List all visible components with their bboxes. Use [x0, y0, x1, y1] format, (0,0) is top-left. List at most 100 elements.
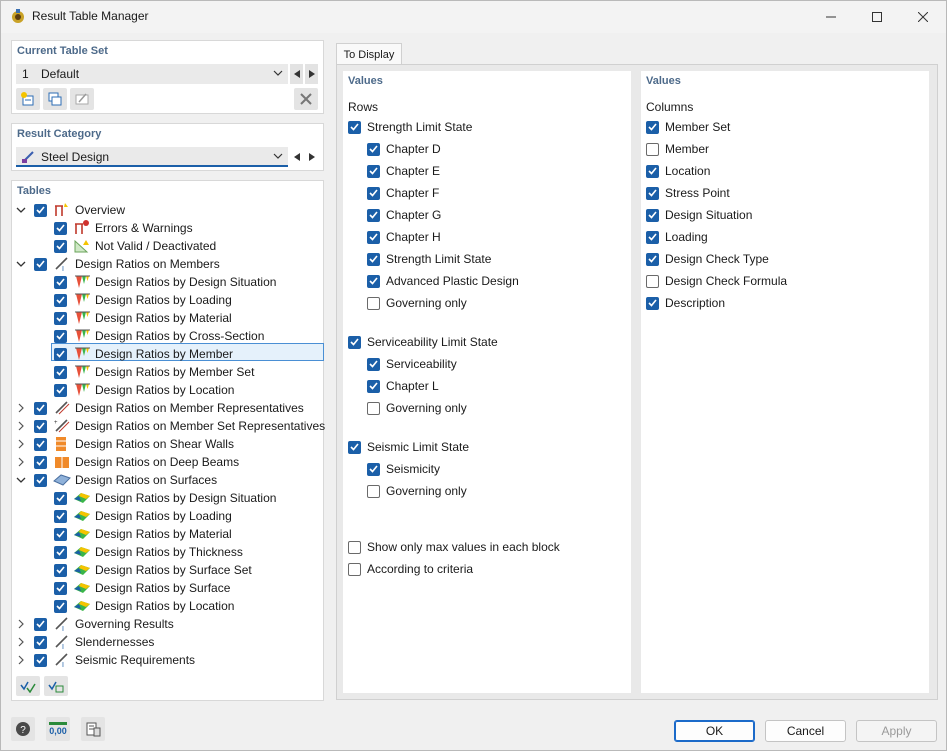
tree-item-checkbox[interactable]: [54, 599, 67, 613]
option-serviceability-child-checkbox[interactable]: [367, 357, 380, 371]
option-serviceability-child-checkbox[interactable]: [367, 401, 380, 415]
option-strength-child[interactable]: Advanced Plastic Design: [367, 273, 519, 289]
tree-item[interactable]: Design Ratios by Cross-Section: [54, 327, 264, 345]
tree-item-checkbox[interactable]: [34, 473, 47, 487]
column-option-checkbox[interactable]: [646, 296, 659, 310]
tree-item-checkbox[interactable]: [54, 527, 67, 541]
tree-item[interactable]: Not Valid / Deactivated: [54, 237, 216, 255]
tree-item-checkbox[interactable]: [54, 239, 67, 253]
tree-item-checkbox[interactable]: [54, 275, 67, 289]
close-button[interactable]: [900, 1, 946, 33]
tree-item-checkbox[interactable]: [34, 455, 47, 469]
help-button[interactable]: ?: [11, 717, 35, 741]
column-option-checkbox[interactable]: [646, 208, 659, 222]
tree-item[interactable]: Design Ratios on Surfaces: [34, 471, 217, 489]
option-seismic-child[interactable]: Seismicity: [367, 461, 440, 477]
column-option-checkbox[interactable]: [646, 186, 659, 200]
delete-table-set-button[interactable]: [294, 88, 318, 110]
option-strength-child[interactable]: Chapter D: [367, 141, 441, 157]
tree-item[interactable]: Design Ratios by Member Set: [54, 363, 254, 381]
rename-table-set-button[interactable]: [70, 88, 94, 110]
collapse-chevron-icon[interactable]: [15, 204, 27, 216]
option-strength-limit-state[interactable]: Strength Limit State: [348, 119, 472, 135]
column-option[interactable]: Member Set: [646, 119, 730, 135]
option-strength-child[interactable]: Governing only: [367, 295, 467, 311]
tree-item[interactable]: Design Ratios on Member Representatives: [34, 399, 304, 417]
tree-item[interactable]: Design Ratios by Member: [54, 345, 233, 363]
tree-item-checkbox[interactable]: [54, 545, 67, 559]
tree-item-checkbox[interactable]: [54, 383, 67, 397]
tree-item[interactable]: I Governing Results: [34, 615, 174, 633]
tree-item-checkbox[interactable]: [54, 581, 67, 595]
expand-chevron-icon[interactable]: [15, 456, 27, 468]
option-strength-child-checkbox[interactable]: [367, 164, 380, 178]
column-option[interactable]: Member: [646, 141, 709, 157]
option-strength-child-checkbox[interactable]: [367, 186, 380, 200]
tree-item-checkbox[interactable]: [34, 617, 47, 631]
column-option[interactable]: Location: [646, 163, 710, 179]
tree-item-checkbox[interactable]: [54, 365, 67, 379]
tree-item[interactable]: Design Ratios by Surface: [54, 579, 230, 597]
expand-chevron-icon[interactable]: [15, 420, 27, 432]
check-all-button[interactable]: [16, 676, 40, 696]
option-strength-child-checkbox[interactable]: [367, 142, 380, 156]
table-settings-button[interactable]: [81, 717, 105, 741]
tree-item[interactable]: Design Ratios by Material: [54, 309, 232, 327]
table-set-select[interactable]: 1 Default: [16, 64, 288, 84]
option-seismic-child[interactable]: Governing only: [367, 483, 467, 499]
option-seismic-limit-state-checkbox[interactable]: [348, 440, 361, 454]
table-set-next-button[interactable]: [305, 64, 318, 84]
tree-item[interactable]: Design Ratios on Deep Beams: [34, 453, 239, 471]
option-strength-child[interactable]: Chapter E: [367, 163, 440, 179]
option-strength-child-checkbox[interactable]: [367, 208, 380, 222]
tree-item[interactable]: Design Ratios by Location: [54, 381, 234, 399]
category-prev-button[interactable]: [290, 147, 303, 167]
option-serviceability-child[interactable]: Governing only: [367, 400, 467, 416]
option-according-to-criteria-checkbox[interactable]: [348, 562, 361, 576]
column-option-checkbox[interactable]: [646, 274, 659, 288]
tree-item[interactable]: Design Ratios by Material: [54, 525, 232, 543]
expand-chevron-icon[interactable]: [15, 654, 27, 666]
tree-item[interactable]: I Seismic Requirements: [34, 651, 195, 669]
tree-item-checkbox[interactable]: [54, 329, 67, 343]
option-show-max-values-checkbox[interactable]: [348, 540, 361, 554]
option-strength-child-checkbox[interactable]: [367, 296, 380, 310]
tree-item[interactable]: I Design Ratios on Members: [34, 255, 220, 273]
column-option-checkbox[interactable]: [646, 142, 659, 156]
option-seismic-limit-state[interactable]: Seismic Limit State: [348, 439, 469, 455]
tree-item-checkbox[interactable]: [34, 419, 47, 433]
tree-item[interactable]: Design Ratios on Shear Walls: [34, 435, 234, 453]
option-serviceability-limit-state-checkbox[interactable]: [348, 335, 361, 349]
collapse-chevron-icon[interactable]: [15, 258, 27, 270]
tree-item[interactable]: Overview: [34, 201, 125, 219]
tree-item[interactable]: Design Ratios by Thickness: [54, 543, 243, 561]
tree-item[interactable]: Design Ratios by Design Situation: [54, 273, 276, 291]
tree-item[interactable]: Errors & Warnings: [54, 219, 193, 237]
option-strength-child[interactable]: Chapter F: [367, 185, 439, 201]
maximize-button[interactable]: [854, 1, 900, 33]
expand-chevron-icon[interactable]: [15, 618, 27, 630]
option-seismic-child-checkbox[interactable]: [367, 462, 380, 476]
tree-item-checkbox[interactable]: [54, 293, 67, 307]
tree-item-checkbox[interactable]: [54, 221, 67, 235]
decimal-places-button[interactable]: 0,00: [46, 717, 70, 741]
option-show-max-values[interactable]: Show only max values in each block: [348, 539, 560, 555]
option-strength-child-checkbox[interactable]: [367, 230, 380, 244]
tree-item[interactable]: I Slendernesses: [34, 633, 154, 651]
expand-chevron-icon[interactable]: [15, 402, 27, 414]
tree-item-checkbox[interactable]: [34, 437, 47, 451]
tree-item[interactable]: Design Ratios by Surface Set: [54, 561, 252, 579]
option-strength-child[interactable]: Chapter G: [367, 207, 441, 223]
column-option[interactable]: Design Check Type: [646, 251, 769, 267]
column-option[interactable]: Design Situation: [646, 207, 752, 223]
column-option[interactable]: Design Check Formula: [646, 273, 787, 289]
tree-item[interactable]: Design Ratios by Location: [54, 597, 234, 615]
column-option-checkbox[interactable]: [646, 164, 659, 178]
tree-item-checkbox[interactable]: [34, 203, 47, 217]
expand-chevron-icon[interactable]: [15, 438, 27, 450]
tree-item[interactable]: Design Ratios by Loading: [54, 291, 232, 309]
column-option-checkbox[interactable]: [646, 230, 659, 244]
option-according-to-criteria[interactable]: According to criteria: [348, 561, 473, 577]
minimize-button[interactable]: [808, 1, 854, 33]
option-serviceability-child[interactable]: Serviceability: [367, 356, 457, 372]
